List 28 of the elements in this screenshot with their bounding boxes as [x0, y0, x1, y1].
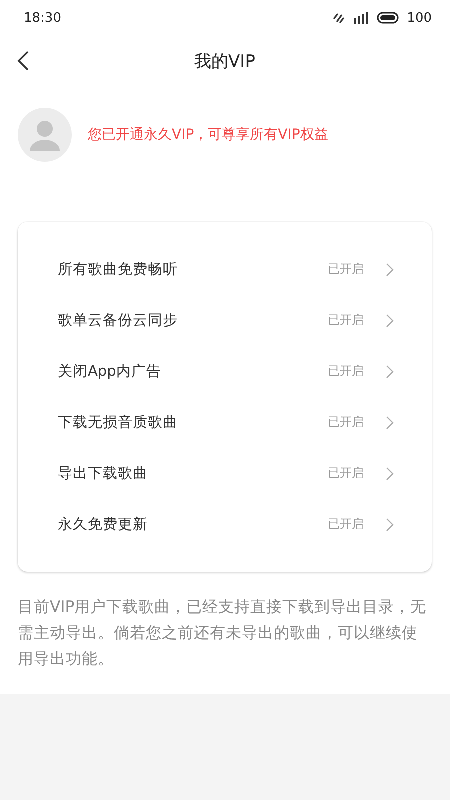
avatar-icon — [18, 108, 72, 162]
back-icon[interactable] — [16, 51, 30, 71]
benefit-label: 永久免费更新 — [58, 516, 149, 534]
benefit-status: 已开启 — [328, 465, 364, 482]
chevron-icon[interactable] — [386, 416, 394, 430]
chevron-icon[interactable] — [386, 518, 394, 532]
benefit-label: 歌单云备份云同步 — [58, 312, 179, 330]
page-title: 我的VIP — [194, 50, 256, 72]
benefit-label: 导出下载歌曲 — [58, 465, 149, 483]
benefit-label: 所有歌曲免费畅听 — [58, 261, 179, 279]
battery-icon — [377, 12, 400, 24]
benefit-label: 下载无损音质歌曲 — [58, 414, 179, 432]
benefit-status: 已开启 — [328, 312, 364, 329]
chevron-icon[interactable] — [386, 262, 394, 276]
benefit-status: 已开启 — [328, 414, 364, 431]
signal-icon — [353, 12, 370, 24]
battery-level: 100 — [407, 10, 432, 26]
benefit-status: 已开启 — [328, 516, 364, 533]
benefit-status: 已开启 — [328, 261, 364, 278]
vip-status-message: 您已开通永久VIP，可尊享所有VIP权益 — [88, 126, 328, 144]
vip-note: 目前VIP用户下载歌曲，已经支持直接下载到导出目录，无需主动导出。倘若您之前还有未导出的歌曲，可以继续使用导出功能。 — [18, 597, 428, 670]
chevron-icon[interactable] — [386, 364, 394, 378]
status-time: 18:30 — [24, 10, 62, 26]
data-icon — [333, 12, 346, 24]
benefit-label: 关闭App内广告 — [58, 363, 162, 381]
benefit-status: 已开启 — [328, 363, 364, 380]
chevron-icon[interactable] — [386, 466, 394, 480]
chevron-icon[interactable] — [386, 314, 394, 328]
